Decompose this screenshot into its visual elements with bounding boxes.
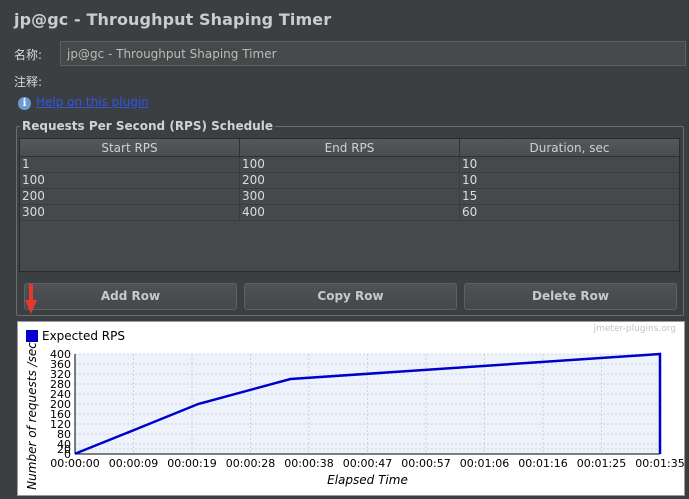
schedule-title: Requests Per Second (RPS) Schedule: [20, 119, 275, 133]
cell-end-rps[interactable]: 300: [240, 189, 460, 204]
x-tick-label: 00:01:06: [460, 457, 509, 470]
cell-end-rps[interactable]: 400: [240, 205, 460, 220]
copy-row-button[interactable]: Copy Row: [244, 283, 457, 310]
help-link[interactable]: Help on this plugin: [36, 95, 149, 109]
column-header-duration[interactable]: Duration, sec: [460, 139, 679, 157]
cell-end-rps[interactable]: 100: [240, 157, 460, 172]
rps-chart: jmeter-plugins.org Expected RPS 0 20 40 80 1…: [17, 321, 685, 496]
schedule-table[interactable]: Start RPS End RPS Duration, sec 1 100 10…: [19, 138, 680, 272]
x-tick-label: 00:00:28: [226, 457, 275, 470]
y-axis-title: Number of requests /sec: [25, 342, 39, 490]
column-header-end-rps[interactable]: End RPS: [240, 139, 460, 157]
name-label: 名称:: [14, 48, 43, 62]
cell-duration[interactable]: 10: [460, 157, 679, 172]
x-tick-label: 00:00:38: [284, 457, 333, 470]
x-axis-title: Elapsed Time: [327, 473, 408, 487]
column-header-start-rps[interactable]: Start RPS: [20, 139, 240, 157]
table-row[interactable]: 100 200 10: [20, 173, 679, 189]
cell-start-rps[interactable]: 300: [20, 205, 240, 220]
table-row[interactable]: 1 100 10: [20, 157, 679, 173]
x-tick-label: 00:00:47: [343, 457, 392, 470]
cell-start-rps[interactable]: 200: [20, 189, 240, 204]
comment-row: 注释:: [14, 70, 686, 92]
x-tick-label: 00:00:19: [167, 457, 216, 470]
name-row: 名称: jp@gc - Throughput Shaping Timer: [14, 41, 686, 67]
table-header: Start RPS End RPS Duration, sec: [20, 139, 679, 157]
comment-label: 注释:: [14, 75, 43, 89]
y-tick-label: 400: [50, 348, 71, 361]
table-row[interactable]: 300 400 60: [20, 205, 679, 221]
cell-start-rps[interactable]: 100: [20, 173, 240, 188]
delete-row-button[interactable]: Delete Row: [464, 283, 677, 310]
x-tick-label: 00:00:09: [109, 457, 158, 470]
cell-end-rps[interactable]: 200: [240, 173, 460, 188]
x-tick-label: 00:01:16: [518, 457, 567, 470]
table-body: 1 100 10 100 200 10 200 300 15 300 400 6…: [20, 157, 679, 221]
chart-plot: 020408012016020024028032036040000:00:00 0…: [25, 342, 685, 490]
x-tick-label: 00:00:57: [401, 457, 450, 470]
x-tick-label: 00:01:25: [577, 457, 626, 470]
name-field[interactable]: jp@gc - Throughput Shaping Timer: [60, 41, 686, 66]
comment-field[interactable]: [60, 70, 686, 90]
cell-duration[interactable]: 60: [460, 205, 679, 220]
cell-start-rps[interactable]: 1: [20, 157, 240, 172]
cell-duration[interactable]: 15: [460, 189, 679, 204]
info-icon: i: [18, 97, 31, 110]
x-tick-label: 00:00:00: [50, 457, 99, 470]
window-title: jp@gc - Throughput Shaping Timer: [14, 10, 332, 29]
add-row-button[interactable]: Add Row: [24, 283, 237, 310]
x-tick-label: 00:01:35: [635, 457, 684, 470]
cell-duration[interactable]: 10: [460, 173, 679, 188]
red-arrow-down-icon: [25, 284, 37, 314]
table-row[interactable]: 200 300 15: [20, 189, 679, 205]
